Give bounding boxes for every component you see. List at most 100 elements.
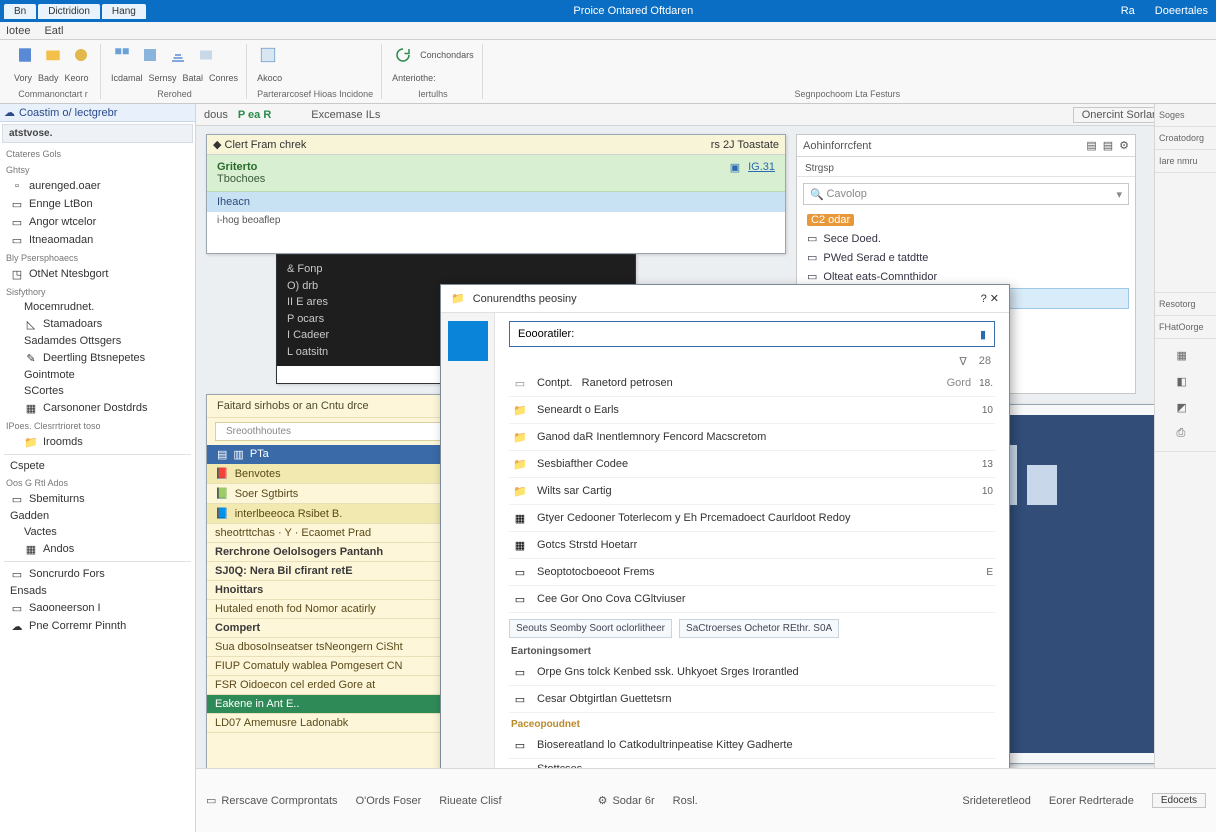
ribbon-icon[interactable] — [257, 44, 279, 66]
list-tab[interactable]: PTa — [250, 448, 269, 461]
nav-item[interactable]: SCortes — [0, 383, 195, 399]
nav-item[interactable]: ▭Sbemiturns — [0, 490, 195, 508]
titlebar-action[interactable]: Ra — [1121, 5, 1135, 17]
nav-item[interactable]: 📁Iroomds — [0, 433, 195, 451]
dialog-row[interactable]: 📁Wilts sar Cartig10 — [509, 478, 995, 505]
titlebar-tab[interactable]: Hang — [102, 4, 146, 19]
folder-icon: 📁 — [511, 482, 529, 500]
help-icon[interactable]: ? — [981, 293, 987, 305]
ribbon-icon[interactable] — [70, 44, 92, 66]
clear-icon[interactable]: ▮ — [980, 328, 986, 341]
editor-field[interactable]: Excemase ILs — [311, 109, 380, 121]
nav-item[interactable]: ▦Carsononer Dostdrds — [0, 399, 195, 417]
chevron-down-icon[interactable]: ▾ — [1116, 188, 1122, 201]
editor-crumb[interactable]: dous — [204, 109, 228, 121]
nav-item[interactable]: ◺Stamadoars — [0, 315, 195, 333]
dialog-row[interactable]: 📁Ganod daR Inentlemnory Fencord Macscret… — [509, 424, 995, 451]
ribbon-icon[interactable] — [14, 44, 36, 66]
status-item[interactable]: O'Ords Foser — [356, 795, 422, 807]
nav-item[interactable]: ▫aurenged.oaer — [0, 177, 195, 195]
badge-icon[interactable]: ▣ — [730, 161, 740, 185]
nav-item[interactable]: Ensads — [0, 583, 195, 599]
nav-item[interactable]: ▭Itneaomadan — [0, 231, 195, 249]
dock-item[interactable]: Croatodorg — [1155, 127, 1216, 150]
dialog-chip[interactable]: SaCtroerses Ochetor REthr. S0A — [679, 619, 839, 638]
list-tab[interactable]: ▥ — [233, 448, 243, 461]
dock-icon[interactable]: ◧ — [1177, 375, 1195, 393]
nav-item[interactable]: ✎Deertling Btsnepetes — [0, 349, 195, 367]
nav-item[interactable]: ▦Andos — [0, 540, 195, 558]
dialog-row[interactable]: ▭Cee Gor Ono Cova CGltviuser — [509, 586, 995, 613]
dock-icon[interactable]: ▦ — [1177, 349, 1195, 367]
dock-item[interactable]: FHatOorge — [1155, 316, 1216, 339]
grid-icon: ▦ — [511, 536, 529, 554]
close-icon[interactable]: ✕ — [990, 293, 999, 305]
filter-icon[interactable]: ∇ — [959, 355, 966, 368]
dialog-row[interactable]: ▦Gotcs Strstd Hoetarr — [509, 532, 995, 559]
list-tab[interactable]: ▤ — [217, 448, 227, 461]
dock-item[interactable]: Resotorg — [1155, 293, 1216, 316]
ribbon-icon[interactable] — [195, 44, 217, 66]
tool-icon[interactable]: ▤ — [1086, 139, 1096, 152]
nav-item[interactable]: Gadden — [0, 508, 195, 524]
ribbon-icon[interactable] — [42, 44, 64, 66]
dialog-chip[interactable]: Seouts Seomby Soort oclorlitheer — [509, 619, 672, 638]
status-item[interactable]: Eorer Redrterade — [1049, 795, 1134, 807]
ribbon-icon[interactable] — [167, 44, 189, 66]
dock-item[interactable]: Iare nmru — [1155, 150, 1216, 173]
ribbon-icon[interactable] — [111, 44, 133, 66]
nav-item[interactable]: Mocemrudnet. — [0, 299, 195, 315]
doc-icon: ▭ — [10, 567, 24, 581]
nav-item[interactable]: Gointmote — [0, 367, 195, 383]
status-item[interactable]: Riueate Clisf — [439, 795, 501, 807]
dialog-row[interactable]: ▭Seoptotocboeoot FremsE — [509, 559, 995, 586]
dialog-search-input[interactable] — [518, 328, 980, 340]
dialog-row[interactable]: ▦Gtyer Cedooner Toterlecom y Eh Prcemado… — [509, 505, 995, 532]
status-item[interactable]: ⚙Sodar 6r — [598, 794, 655, 807]
nav-subheader: Ctateres Gols — [0, 145, 195, 161]
ribbon: Vory Bady Keoro Commanonctart r Icdamal … — [0, 40, 1216, 104]
nav-item[interactable]: Sadamdes Ottsgers — [0, 333, 195, 349]
dialog-row[interactable]: ▭Cesar Obtgirtlan Guettetsrn — [509, 686, 995, 713]
tool-icon[interactable]: ⚙ — [1119, 139, 1129, 152]
status-button[interactable]: Edocets — [1152, 793, 1206, 808]
panel-entry[interactable]: ▭PWed Serad e tatdtte — [797, 248, 1135, 267]
breadcrumb[interactable]: ☁ Coastim o/ lectgrebr — [0, 104, 195, 122]
panel-search[interactable]: 🔍 Cavolop ▾ — [803, 183, 1129, 205]
dialog-row[interactable]: ▭Orpe Gns tolck Kenbed ssk. Uhkyoet Srge… — [509, 659, 995, 686]
dialog-row[interactable]: 📁Seneardt o Earls10 — [509, 397, 995, 424]
dialog-row[interactable]: 📁Sesbiafther Codee13 — [509, 451, 995, 478]
nav-item[interactable]: ▭Saooneerson I — [0, 599, 195, 617]
dialog-search[interactable]: ▮ — [509, 321, 995, 347]
panel-heading: Strgsp — [797, 157, 1135, 177]
status-item[interactable]: Srideteretleod — [962, 795, 1031, 807]
dialog-side-tile[interactable] — [448, 321, 488, 361]
panel-entry[interactable]: ▭Sece Doed. — [797, 229, 1135, 248]
status-item[interactable]: ▭Rerscave Cormprontats — [206, 794, 338, 807]
nav-item[interactable]: ▭Angor wtcelor — [0, 213, 195, 231]
doc-icon: ▭ — [10, 233, 24, 247]
nav-item[interactable]: ▭Ennge LtBon — [0, 195, 195, 213]
menu-item[interactable]: Eatl — [44, 25, 63, 37]
ribbon-icon[interactable] — [139, 44, 161, 66]
doc-subheading: Tbochoes — [217, 173, 265, 185]
refresh-icon[interactable] — [392, 44, 414, 66]
nav-item[interactable]: ◳OtNet Ntesbgort — [0, 265, 195, 283]
status-item[interactable]: Rosl. — [673, 795, 698, 807]
cloud-icon: ☁ — [10, 619, 24, 633]
titlebar-tab[interactable]: Bn — [4, 4, 36, 19]
dock-icon[interactable]: ◩ — [1177, 401, 1195, 419]
nav-item[interactable]: ▭Soncrurdo Fors — [0, 565, 195, 583]
tool-icon[interactable]: ▤ — [1103, 139, 1113, 152]
nav-item[interactable]: Cspete — [0, 458, 195, 474]
editor-page[interactable]: P ea R — [238, 109, 271, 121]
dialog-row[interactable]: ▭Biosereatland lo Catkodultrinpeatise Ki… — [509, 732, 995, 759]
nav-group-label: Bly Psersphoaecs — [0, 249, 195, 265]
titlebar-action[interactable]: Doeertales — [1155, 5, 1208, 17]
menu-item[interactable]: Iotee — [6, 25, 30, 37]
ribbon-label[interactable]: Conchondars — [420, 50, 474, 60]
dock-icon[interactable]: ⎙ — [1177, 427, 1195, 445]
nav-item[interactable]: ☁Pne Corremr Pinnth — [0, 617, 195, 635]
titlebar-tab[interactable]: Dictridion — [38, 4, 100, 19]
nav-item[interactable]: Vactes — [0, 524, 195, 540]
